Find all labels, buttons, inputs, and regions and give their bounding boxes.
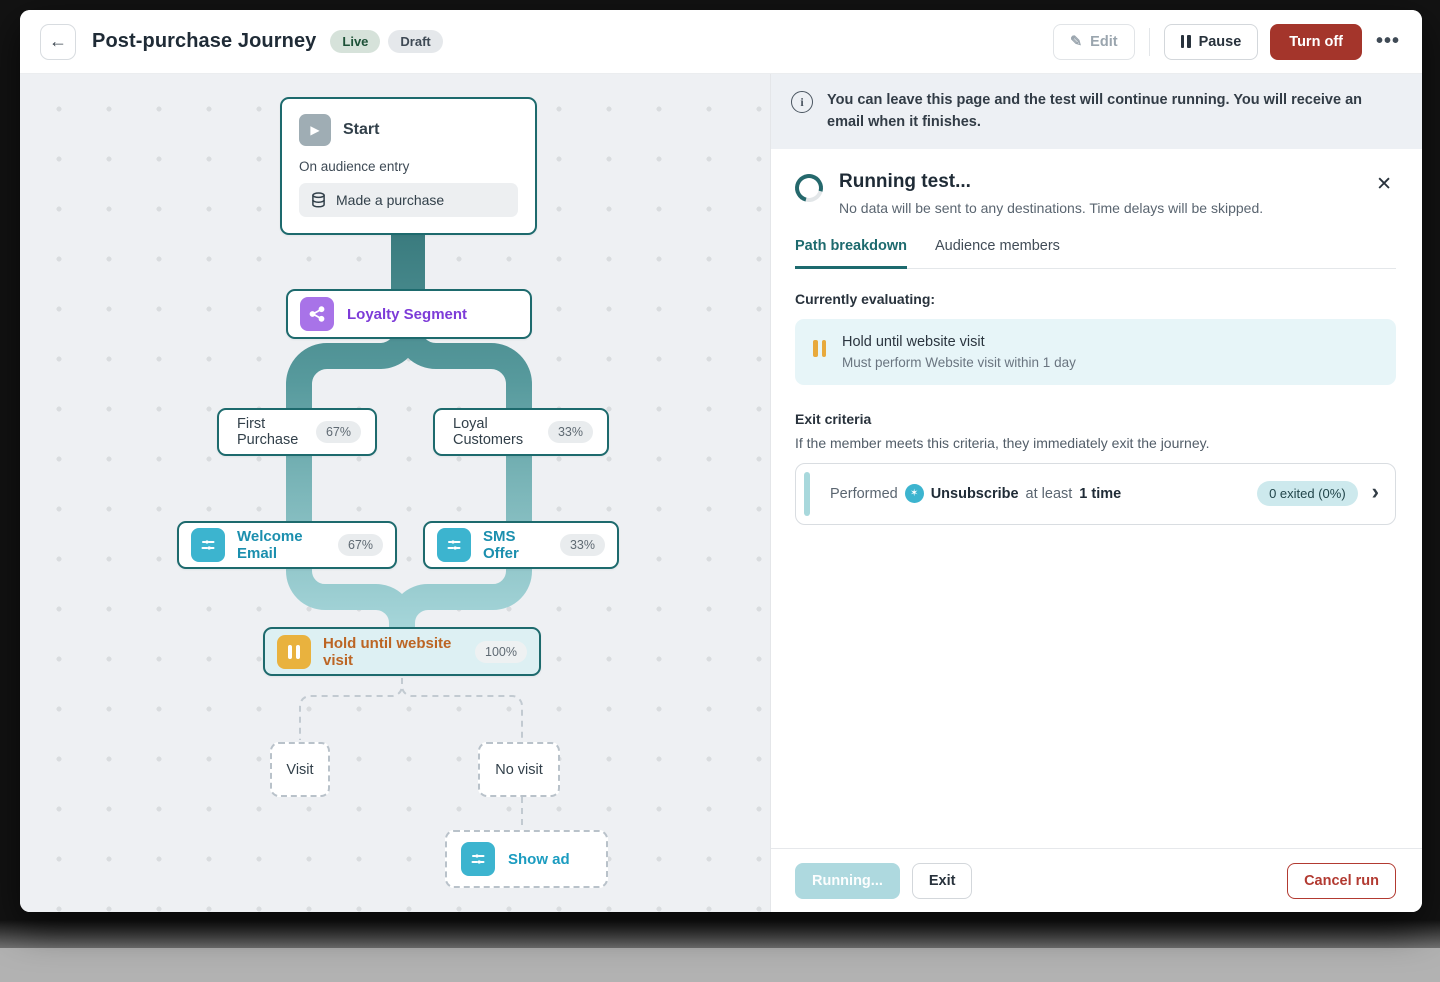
tab-path-breakdown[interactable]: Path breakdown <box>795 238 907 269</box>
segment-split-icon <box>300 297 334 331</box>
node-loyalty-segment[interactable]: Loyalty Segment <box>286 289 532 339</box>
info-banner: i You can leave this page and the test w… <box>771 74 1422 149</box>
node-sms-offer[interactable]: SMS Offer 33% <box>423 521 619 569</box>
panel-footer: Running... Exit Cancel run <box>771 848 1422 912</box>
header: ← Post-purchase Journey Live Draft ✎ Edi… <box>20 10 1422 74</box>
info-icon: i <box>791 91 813 113</box>
info-banner-text: You can leave this page and the test wil… <box>827 89 1396 134</box>
action-steps-icon <box>191 528 225 562</box>
running-test-subtitle: No data will be sent to any destinations… <box>839 200 1263 216</box>
panel-tabs: Path breakdown Audience members <box>795 238 1396 269</box>
exit-button[interactable]: Exit <box>912 863 973 899</box>
exit-criteria-row[interactable]: Performed ✶ Unsubscribe at least 1 time … <box>795 463 1396 525</box>
close-icon: ✕ <box>1376 174 1392 195</box>
journey-canvas[interactable]: ▶ Start On audience entry Made a purchas… <box>20 74 770 912</box>
node-first-purchase[interactable]: First Purchase 67% <box>217 408 377 456</box>
hold-pause-icon <box>277 635 311 669</box>
close-button[interactable]: ✕ <box>1372 171 1396 198</box>
criteria-event-name: Unsubscribe <box>931 486 1019 502</box>
back-arrow-icon: ← <box>49 31 67 52</box>
start-title: Start <box>343 121 379 139</box>
panel-body: Running test... No data will be sent to … <box>771 149 1422 848</box>
header-divider <box>1149 28 1150 56</box>
node-loyal-customers[interactable]: Loyal Customers 33% <box>433 408 609 456</box>
welcome-email-label: Welcome Email <box>237 528 326 562</box>
test-run-panel: i You can leave this page and the test w… <box>770 74 1422 912</box>
loyal-customers-percent: 33% <box>548 421 593 443</box>
app-window: ← Post-purchase Journey Live Draft ✎ Edi… <box>20 10 1422 912</box>
trigger-label: Made a purchase <box>336 192 444 208</box>
ellipsis-icon: ••• <box>1376 30 1400 52</box>
turn-off-button[interactable]: Turn off <box>1270 24 1362 60</box>
status-badge-draft: Draft <box>388 30 442 53</box>
exited-count-badge: 0 exited (0%) <box>1257 481 1358 506</box>
pause-label: Pause <box>1199 34 1242 50</box>
main-content: ▶ Start On audience entry Made a purchas… <box>20 74 1422 912</box>
hold-label: Hold until website visit <box>323 635 463 669</box>
database-icon <box>311 192 326 208</box>
more-menu-button[interactable]: ••• <box>1376 30 1400 53</box>
start-trigger[interactable]: Made a purchase <box>299 183 518 217</box>
currently-evaluating-card: Hold until website visit Must perform We… <box>795 319 1396 385</box>
start-subtitle: On audience entry <box>299 159 518 174</box>
pause-button[interactable]: Pause <box>1164 24 1259 60</box>
exit-criteria-description: If the member meets this criteria, they … <box>795 435 1396 451</box>
currently-evaluating-label: Currently evaluating: <box>795 291 1396 307</box>
edit-label: Edit <box>1090 34 1117 50</box>
cancel-run-button[interactable]: Cancel run <box>1287 863 1396 899</box>
node-show-ad[interactable]: Show ad <box>445 830 608 888</box>
node-start[interactable]: ▶ Start On audience entry Made a purchas… <box>280 97 537 235</box>
no-visit-label: No visit <box>495 762 543 778</box>
criteria-accent-bar <box>804 472 810 516</box>
first-purchase-label: First Purchase <box>237 416 304 448</box>
eval-card-title: Hold until website visit <box>842 334 1076 350</box>
node-no-visit[interactable]: No visit <box>478 742 560 797</box>
action-steps-icon <box>437 528 471 562</box>
criteria-qualifier: at least <box>1026 486 1073 502</box>
sms-offer-percent: 33% <box>560 534 605 556</box>
criteria-performed-label: Performed <box>830 486 898 502</box>
criteria-count: 1 time <box>1079 486 1121 502</box>
edit-button[interactable]: ✎ Edit <box>1053 24 1135 60</box>
play-icon: ▶ <box>299 114 331 146</box>
status-badge-live: Live <box>330 30 380 53</box>
eval-card-subtitle: Must perform Website visit within 1 day <box>842 355 1076 370</box>
welcome-email-percent: 67% <box>338 534 383 556</box>
pause-icon <box>1181 35 1191 48</box>
pencil-icon: ✎ <box>1070 34 1082 50</box>
pause-icon <box>813 340 826 357</box>
desktop-floor <box>0 948 1440 982</box>
running-button: Running... <box>795 863 900 899</box>
loading-spinner-icon <box>790 169 828 207</box>
running-test-title: Running test... <box>839 171 1263 193</box>
desktop-shadow <box>0 920 1440 948</box>
show-ad-label: Show ad <box>508 851 570 868</box>
first-purchase-percent: 67% <box>316 421 361 443</box>
tab-audience-members[interactable]: Audience members <box>935 238 1060 268</box>
node-visit[interactable]: Visit <box>270 742 330 797</box>
back-button[interactable]: ← <box>40 24 76 60</box>
visit-label: Visit <box>286 762 313 778</box>
exit-criteria-title: Exit criteria <box>795 411 1396 427</box>
action-steps-icon <box>461 842 495 876</box>
loyal-customers-label: Loyal Customers <box>453 416 536 448</box>
node-hold-until-website-visit[interactable]: Hold until website visit 100% <box>263 627 541 676</box>
loyalty-segment-label: Loyalty Segment <box>347 306 467 323</box>
unsubscribe-event-icon: ✶ <box>905 484 924 503</box>
node-welcome-email[interactable]: Welcome Email 67% <box>177 521 397 569</box>
hold-percent: 100% <box>475 641 527 663</box>
turn-off-label: Turn off <box>1289 34 1343 50</box>
page-title: Post-purchase Journey <box>92 30 316 53</box>
sms-offer-label: SMS Offer <box>483 528 548 562</box>
chevron-right-icon: › <box>1372 481 1379 503</box>
